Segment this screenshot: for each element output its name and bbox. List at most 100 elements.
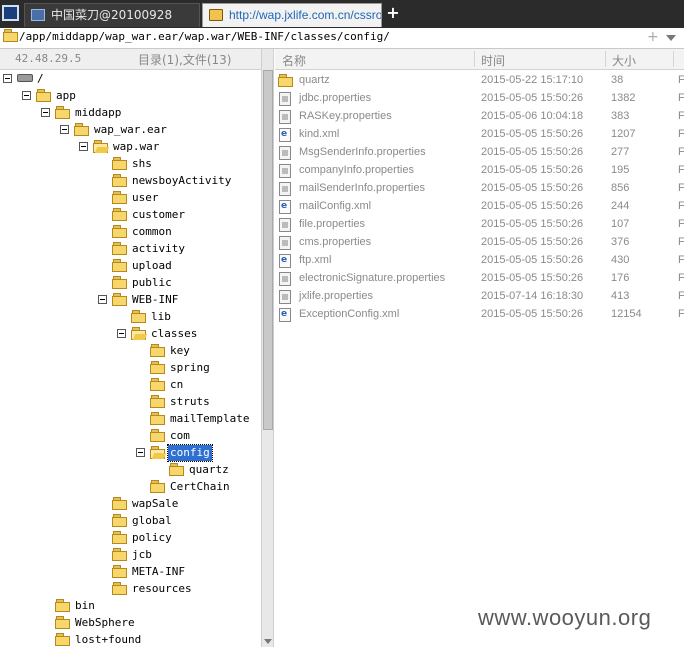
tree-node-label: wap_war.ear [94,123,167,136]
collapse-toggle-icon[interactable] [98,295,107,304]
folder-icon [112,242,128,255]
tree-node[interactable]: CertChain [0,479,261,496]
file-name: kind.xml [299,128,340,140]
tree-node[interactable]: cn [0,377,261,394]
tree-node[interactable]: spring [0,360,261,377]
tree-node[interactable]: user [0,190,261,207]
tree-node[interactable]: global [0,513,261,530]
properties-file-icon [279,164,291,178]
collapse-toggle-icon[interactable] [3,74,12,83]
column-time[interactable]: 时间 [481,52,505,69]
file-size: 277 [611,146,630,158]
tree-node[interactable]: app [0,88,261,105]
scroll-down-icon[interactable] [264,639,272,644]
column-name[interactable]: 名称 [282,52,306,69]
file-row[interactable]: mailSenderInfo.properties 2015-05-05 15:5… [275,180,684,198]
tree-node[interactable]: mailTemplate [0,411,261,428]
properties-file-icon [279,182,291,196]
file-row[interactable]: jdbc.properties 2015-05-05 15:50:26 1382 F [275,90,684,108]
folder-icon [169,463,185,476]
tree-node[interactable]: bin [0,598,261,615]
tree-node[interactable]: upload [0,258,261,275]
file-name: electronicSignature.properties [299,272,446,284]
file-row[interactable]: RASKey.properties 2015-05-06 10:04:18 383 F [275,108,684,126]
file-row[interactable]: file.properties 2015-05-05 15:50:26 107 F [275,216,684,234]
tree-node[interactable]: newsboyActivity [0,173,261,190]
file-time: 2015-05-05 15:50:26 [481,272,584,284]
tree-node[interactable]: resources [0,581,261,598]
tree-node-label: app [56,89,76,102]
file-row[interactable]: ftp.xml 2015-05-05 15:50:26 430 F [275,252,684,270]
chevron-down-icon[interactable] [666,35,676,41]
tree-node-label: classes [151,327,198,340]
tree-node[interactable]: WEB-INF [0,292,261,309]
collapse-toggle-icon[interactable] [41,108,50,117]
app-icon[interactable] [2,5,19,21]
file-perm: F [678,236,684,248]
tree-node[interactable]: META-INF [0,564,261,581]
tree-node[interactable]: WebSphere [0,615,261,632]
tree-node[interactable]: config [0,444,261,462]
file-row[interactable]: jxlife.properties 2015-07-14 16:18:30 413 F [275,288,684,306]
new-tab-button[interactable]: + [386,3,400,23]
properties-file-icon [279,110,291,124]
file-row[interactable]: companyInfo.properties 2015-05-05 15:50:2… [275,162,684,180]
tab-file-manager[interactable]: http://wap.jxlife.com.cn/cssro... [202,3,382,27]
collapse-toggle-icon[interactable] [136,448,145,457]
tree-node[interactable]: classes [0,326,261,343]
tree-node-label: lib [151,310,171,323]
scrollbar-thumb[interactable] [263,70,273,430]
path-input[interactable]: /app/middapp/wap_war.ear/wap.war/WEB-INF… [19,30,390,43]
file-row[interactable]: cms.properties 2015-05-05 15:50:26 376 F [275,234,684,252]
add-bookmark-button[interactable]: + [647,29,659,45]
tree-node[interactable]: customer [0,207,261,224]
folder-icon [112,225,128,238]
column-size[interactable]: 大小 [612,52,636,69]
collapse-toggle-icon[interactable] [60,125,69,134]
tree-scrollbar[interactable] [261,49,274,647]
directory-tree: / app middapp wap_war.ear wap.war shs newsboyA… [0,70,261,647]
tree-node-label: struts [170,395,210,408]
tree-node[interactable]: lib [0,309,261,326]
tree-node[interactable]: shs [0,156,261,173]
tree-node[interactable]: quartz [0,462,261,479]
tree-node[interactable]: activity [0,241,261,258]
tree-node[interactable]: public [0,275,261,292]
tree-node[interactable]: com [0,428,261,445]
tree-node[interactable]: struts [0,394,261,411]
tree-node-label: customer [132,208,185,221]
collapse-toggle-icon[interactable] [79,142,88,151]
tree-node[interactable]: policy [0,530,261,547]
tree-node-label: shs [132,157,152,170]
file-name: jxlife.properties [299,290,373,302]
tree-node[interactable]: / [0,71,261,88]
file-row[interactable]: ExceptionConfig.xml 2015-05-05 15:50:26 12… [275,306,684,324]
file-row[interactable]: quartz 2015-05-22 15:17:10 38 F [275,72,684,90]
file-row[interactable]: kind.xml 2015-05-05 15:50:26 1207 F [275,126,684,144]
folder-open-icon [131,327,147,340]
folder-icon [55,106,71,119]
folder-icon [112,548,128,561]
collapse-toggle-icon[interactable] [117,329,126,338]
tree-node[interactable]: wapSale [0,496,261,513]
file-perm: F [678,164,684,176]
folder-icon [150,480,166,493]
file-size: 1207 [611,128,636,140]
file-name: RASKey.properties [299,110,392,122]
tree-node-label: com [170,429,190,442]
tree-node[interactable]: key [0,343,261,360]
tree-node-label: middapp [75,106,122,119]
tree-node[interactable]: wap.war [0,139,261,156]
tree-node[interactable]: middapp [0,105,261,122]
tree-node[interactable]: lost+found [0,632,261,647]
file-row[interactable]: electronicSignature.properties 2015-05-05… [275,270,684,288]
tree-node[interactable]: wap_war.ear [0,122,261,139]
tree-node-label: / [37,72,44,85]
file-row[interactable]: MsgSenderInfo.properties 2015-05-05 15:50… [275,144,684,162]
tree-node[interactable]: common [0,224,261,241]
tab-caidao[interactable]: 中国菜刀@20100928 [24,3,200,27]
collapse-toggle-icon[interactable] [22,91,31,100]
tree-node[interactable]: jcb [0,547,261,564]
file-row[interactable]: mailConfig.xml 2015-05-05 15:50:26 244 F [275,198,684,216]
tree-node-label: upload [132,259,172,272]
